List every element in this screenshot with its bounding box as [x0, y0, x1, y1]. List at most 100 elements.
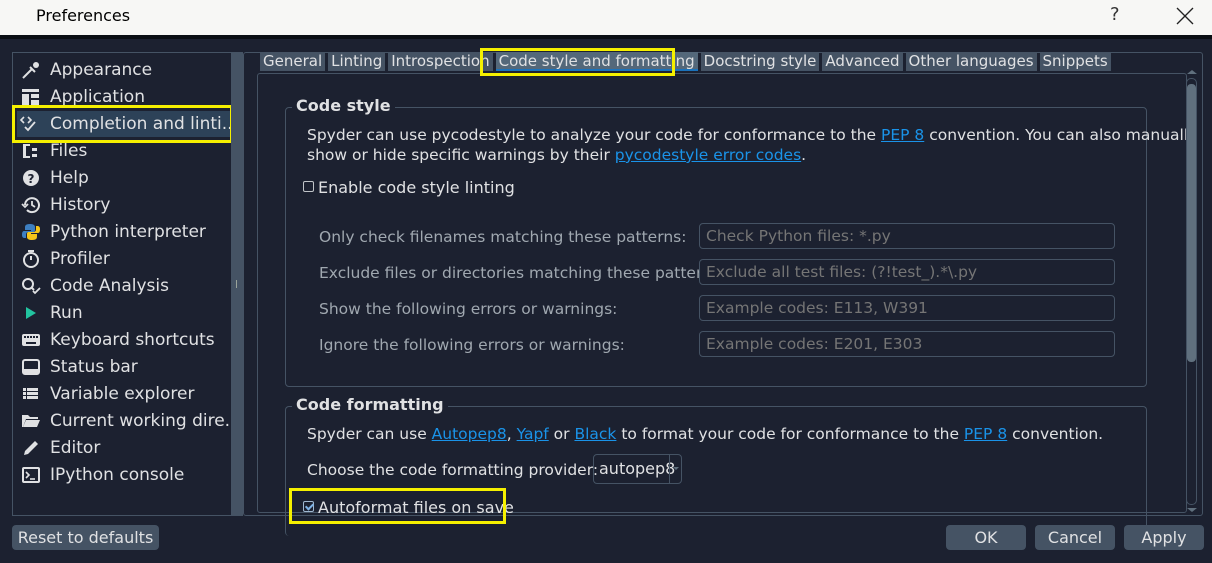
sidebar-item-label: History: [50, 195, 111, 215]
code-analysis-icon: [22, 278, 41, 295]
tab-linting[interactable]: Linting: [328, 52, 386, 71]
checkbox-box[interactable]: [303, 181, 314, 192]
tab-docstring-style[interactable]: Docstring style: [700, 52, 820, 71]
files-icon: [23, 144, 37, 158]
code-formatting-title: Code formatting: [292, 395, 448, 414]
run-icon: [26, 307, 36, 319]
folder-open-icon: [22, 415, 40, 427]
sidebar-item-files[interactable]: Files: [19, 138, 229, 164]
description-text: .: [801, 146, 807, 164]
tab-introspection[interactable]: Introspection: [388, 52, 493, 71]
python-icon: [22, 224, 40, 240]
description-text: or: [548, 425, 575, 443]
pycodestyle-error-codes-link[interactable]: pycodestyle error codes: [615, 146, 801, 164]
show-errors-input[interactable]: [699, 295, 1115, 321]
preferences-page: General Linting Introspection Code style…: [243, 52, 1203, 536]
scrollbar-thumb[interactable]: [1187, 84, 1196, 362]
scroll-down-icon[interactable]: [1187, 508, 1197, 512]
code-formatting-description: Spyder can use Autopep8, Yapf or Black t…: [307, 424, 1103, 444]
title-bar: Preferences ?: [0, 0, 1212, 35]
autopep8-link[interactable]: Autopep8: [432, 425, 507, 443]
description-text: show or hide specific warnings by their: [307, 146, 615, 164]
exclude-files-input[interactable]: [699, 259, 1115, 285]
window-title: Preferences: [36, 6, 131, 25]
pep8-link[interactable]: PEP 8: [964, 425, 1007, 443]
exclude-files-label: Exclude files or directories matching th…: [319, 264, 726, 282]
yapf-link[interactable]: Yapf: [517, 425, 549, 443]
sidebar-item-label: Run: [50, 303, 83, 323]
help-button[interactable]: ?: [1110, 4, 1120, 25]
tab-bar: General Linting Introspection Code style…: [260, 52, 1111, 72]
code-style-description-line2: show or hide specific warnings by their …: [307, 145, 806, 165]
sidebar-item-python-interpreter[interactable]: Python interpreter: [19, 219, 229, 245]
sidebar-item-profiler[interactable]: Profiler: [19, 246, 229, 272]
scroll-up-icon[interactable]: [1187, 70, 1197, 74]
sidebar-item-label: Application: [50, 87, 145, 107]
sidebar-item-appearance[interactable]: Appearance: [19, 57, 229, 83]
sidebar-item-history[interactable]: History: [19, 192, 229, 218]
pencil-icon: [24, 441, 38, 455]
sidebar-item-keyboard-shortcuts[interactable]: Keyboard shortcuts: [19, 327, 229, 353]
pep8-link[interactable]: PEP 8: [881, 126, 924, 144]
show-errors-label: Show the following errors or warnings:: [319, 300, 618, 318]
autoformat-on-save-checkbox[interactable]: Autoformat files on save: [303, 498, 514, 517]
statusbar-icon: [22, 359, 40, 375]
keyboard-icon: [22, 334, 40, 346]
black-link[interactable]: Black: [574, 425, 616, 443]
sidebar-item-code-analysis[interactable]: Code Analysis: [19, 273, 229, 299]
code-style-title: Code style: [292, 96, 395, 115]
chevron-down-icon[interactable]: [669, 455, 681, 483]
sidebar-item-label: Status bar: [50, 357, 138, 377]
only-check-filenames-input[interactable]: [699, 223, 1115, 249]
description-text: Spyder can use pycodestyle to analyze yo…: [307, 126, 881, 144]
ignore-errors-input[interactable]: [699, 331, 1115, 357]
tab-code-style-and-formatting[interactable]: Code style and formatting: [495, 52, 698, 71]
sidebar-item-label: Code Analysis: [50, 276, 169, 296]
tab-advanced[interactable]: Advanced: [822, 52, 903, 71]
checkbox-label: Enable code style linting: [318, 178, 515, 197]
checkbox-box[interactable]: [303, 501, 314, 512]
tab-other-languages[interactable]: Other languages: [905, 52, 1037, 71]
vertical-scrollbar[interactable]: [1185, 70, 1198, 515]
sidebar-item-label: Python interpreter: [50, 222, 206, 242]
help-icon: ?: [23, 170, 39, 186]
ok-button[interactable]: OK: [946, 525, 1026, 550]
sidebar-item-completion-and-linting[interactable]: Completion and linti...: [17, 111, 238, 137]
sidebar-item-label: Variable explorer: [50, 384, 195, 404]
terminal-icon: [22, 467, 40, 483]
enable-code-style-linting-checkbox[interactable]: Enable code style linting: [303, 178, 515, 197]
reset-to-defaults-button[interactable]: Reset to defaults: [12, 525, 159, 550]
sidebar-item-variable-explorer[interactable]: Variable explorer: [19, 381, 229, 407]
sidebar-splitter[interactable]: [231, 52, 243, 516]
description-text: convention.: [1007, 425, 1104, 443]
sidebar-item-status-bar[interactable]: Status bar: [19, 354, 229, 380]
apply-button[interactable]: Apply: [1124, 525, 1204, 550]
sidebar-item-label: Profiler: [50, 249, 110, 269]
description-text: convention. You can also manually: [924, 126, 1198, 144]
cancel-button[interactable]: Cancel: [1035, 525, 1115, 550]
sidebar-item-editor[interactable]: Editor: [19, 435, 229, 461]
history-icon: [21, 197, 40, 214]
eyedropper-icon: [22, 62, 39, 79]
sidebar-item-current-working-directory[interactable]: Current working dire...: [19, 408, 241, 434]
sidebar-item-application[interactable]: Application: [19, 84, 229, 110]
close-button[interactable]: [1174, 2, 1196, 28]
stopwatch-icon: [23, 250, 39, 268]
tab-snippets[interactable]: Snippets: [1039, 52, 1111, 71]
tab-general[interactable]: General: [260, 52, 326, 71]
sidebar-item-help[interactable]: ? Help: [19, 165, 229, 191]
code-formatting-group: Code formatting Spyder can use Autopep8,…: [285, 395, 1147, 536]
tab-scroll-area: Code style Spyder can use pycodestyle to…: [257, 73, 1197, 536]
code-style-description-line1: Spyder can use pycodestyle to analyze yo…: [307, 125, 1197, 145]
description-text: Spyder can use: [307, 425, 432, 443]
formatting-provider-select[interactable]: autopep8: [593, 454, 682, 484]
close-icon: [1176, 7, 1194, 25]
ignore-errors-label: Ignore the following errors or warnings:: [319, 336, 625, 354]
code-check-icon: [19, 116, 36, 132]
sidebar-item-run[interactable]: Run: [19, 300, 229, 326]
sidebar-item-ipython-console[interactable]: IPython console: [19, 462, 229, 488]
sidebar-item-label: IPython console: [50, 465, 185, 485]
sidebar-item-label: Current working dire...: [50, 411, 241, 431]
sidebar-item-label: Keyboard shortcuts: [50, 330, 215, 350]
splitter-grip: [236, 280, 237, 288]
